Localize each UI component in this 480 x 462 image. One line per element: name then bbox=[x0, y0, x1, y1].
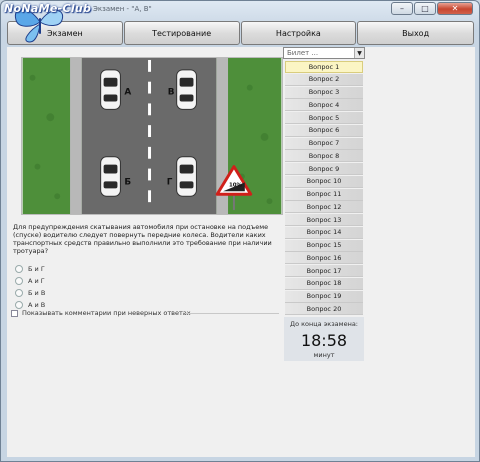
tab-settings[interactable]: Настройка bbox=[240, 21, 357, 45]
exam-timer: До конца экзамена: 18:58 минут bbox=[284, 317, 364, 361]
question-list-item[interactable]: Вопрос 10 bbox=[285, 175, 363, 188]
radio-button[interactable] bbox=[15, 289, 23, 297]
question-image: А В Б Г 10% bbox=[21, 57, 283, 215]
question-list-item[interactable]: Вопрос 13 bbox=[285, 214, 363, 226]
left-sidewalk bbox=[70, 58, 82, 214]
answer-option-4[interactable]: А и В bbox=[15, 301, 45, 309]
exam-panel: А В Б Г 10% Для предупреждения скатывани… bbox=[7, 47, 475, 457]
answer-label: Б и Г bbox=[28, 265, 45, 273]
question-list-item[interactable]: Вопрос 5 bbox=[285, 112, 363, 124]
question-list-item[interactable]: Вопрос 17 bbox=[285, 265, 363, 277]
close-button[interactable]: ✕ bbox=[437, 2, 473, 15]
question-text: Для предупреждения скатывания автомобиля… bbox=[13, 223, 272, 255]
answer-label: А и В bbox=[28, 301, 46, 309]
answer-option-2[interactable]: А и Г bbox=[15, 277, 45, 285]
answer-option-3[interactable]: Б и В bbox=[15, 289, 45, 297]
question-list-item[interactable]: Вопрос 1 bbox=[285, 61, 363, 73]
question-list-item[interactable]: Вопрос 14 bbox=[285, 226, 363, 239]
answer-option-1[interactable]: Б и Г bbox=[15, 265, 45, 273]
logo-text: NoNaMe-Club bbox=[4, 2, 92, 15]
question-list-item[interactable]: Вопрос 2 bbox=[285, 73, 363, 86]
car-label-a: А bbox=[124, 88, 131, 98]
ticket-dropdown[interactable]: Билет ... ▼ bbox=[283, 47, 365, 59]
tab-testing[interactable]: Тестирование bbox=[123, 21, 240, 45]
question-list-item[interactable]: Вопрос 11 bbox=[285, 188, 363, 201]
question-list-item[interactable]: Вопрос 15 bbox=[285, 239, 363, 252]
maximize-button[interactable]: □ bbox=[414, 2, 436, 15]
minimize-button[interactable]: – bbox=[391, 2, 413, 15]
question-list-item[interactable]: Вопрос 19 bbox=[285, 290, 363, 303]
radio-button[interactable] bbox=[15, 277, 23, 285]
divider bbox=[185, 313, 279, 314]
timer-label: До конца экзамена: bbox=[289, 320, 358, 328]
timer-unit: минут bbox=[313, 351, 335, 359]
question-list-item[interactable]: Вопрос 12 bbox=[285, 201, 363, 214]
sign-text: 10% bbox=[229, 182, 243, 188]
answer-label: Б и В bbox=[28, 289, 46, 297]
question-list-item[interactable]: Вопрос 18 bbox=[285, 277, 363, 290]
car-label-b: Б bbox=[124, 177, 131, 187]
ticket-dropdown-placeholder: Билет ... bbox=[287, 49, 319, 57]
question-list-item[interactable]: Вопрос 16 bbox=[285, 252, 363, 265]
question-list-item[interactable]: Вопрос 3 bbox=[285, 86, 363, 99]
window-controls: – □ ✕ bbox=[390, 2, 473, 15]
watermark-logo: NoNaMe-Club bbox=[0, 0, 140, 46]
question-list-item[interactable]: Вопрос 8 bbox=[285, 150, 363, 163]
question-list: Вопрос 1 Вопрос 2 Вопрос 3 Вопрос 4 Вопрос 5… bbox=[285, 61, 363, 316]
car-g bbox=[176, 156, 197, 197]
question-list-item[interactable]: Вопрос 20 bbox=[285, 303, 363, 316]
car-a bbox=[100, 69, 121, 110]
question-list-item[interactable]: Вопрос 4 bbox=[285, 99, 363, 112]
question-list-item[interactable]: Вопрос 9 bbox=[285, 163, 363, 175]
chevron-down-icon[interactable]: ▼ bbox=[354, 48, 364, 58]
question-list-item[interactable]: Вопрос 7 bbox=[285, 137, 363, 150]
app-window: Экзамен - "А, В" – □ ✕ Экзамен Тестирова… bbox=[0, 0, 480, 462]
car-label-g: Г bbox=[167, 177, 173, 187]
show-comments-label: Показывать комментарии при неверных отве… bbox=[22, 309, 191, 317]
car-b bbox=[100, 156, 121, 197]
radio-button[interactable] bbox=[15, 265, 23, 273]
timer-value: 18:58 bbox=[300, 331, 348, 350]
show-comments-checkbox[interactable]: Показывать комментарии при неверных отве… bbox=[11, 309, 191, 317]
radio-button[interactable] bbox=[15, 301, 23, 309]
car-v bbox=[176, 69, 197, 110]
car-label-v: В bbox=[168, 88, 175, 98]
checkbox-box[interactable] bbox=[11, 309, 18, 317]
question-list-item[interactable]: Вопрос 6 bbox=[285, 124, 363, 137]
answer-label: А и Г bbox=[28, 277, 45, 285]
tab-exit[interactable]: Выход bbox=[357, 21, 474, 45]
